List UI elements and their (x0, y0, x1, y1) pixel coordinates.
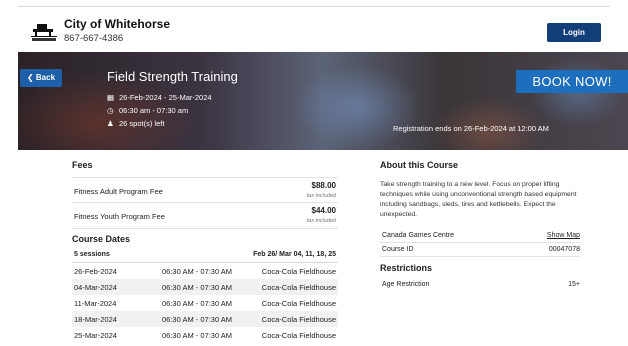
facility-name: Canada Games Centre (382, 232, 454, 239)
org-phone: 867-667-4386 (64, 33, 124, 44)
course-description: Take strength training to a new level. F… (380, 181, 577, 218)
course-dates-table: 26-Feb-2024 06:30 AM - 07:30 AM Coca-Col… (72, 263, 338, 343)
course-time-range: ◷ 06:30 am - 07:30 am (107, 106, 188, 115)
session-time: 06:30 AM - 07:30 AM (162, 315, 233, 324)
session-location: Coca-Cola Fieldhouse (261, 283, 336, 292)
session-date: 11-Mar-2024 (74, 299, 117, 308)
table-row: 25-Mar-2024 06:30 AM - 07:30 AM Coca-Col… (72, 327, 338, 343)
table-row: 11-Mar-2024 06:30 AM - 07:30 AM Coca-Col… (72, 295, 338, 311)
course-id-label: Course ID (382, 246, 414, 253)
session-time: 06:30 AM - 07:30 AM (162, 299, 233, 308)
session-time: 06:30 AM - 07:30 AM (162, 331, 233, 340)
spots-left-text: 26 spot(s) left (119, 119, 165, 128)
age-restriction-row: Age Restriction 15+ (380, 278, 580, 292)
session-date: 26-Feb-2024 (74, 267, 117, 276)
left-column: Fees Fitness Adult Program Fee $88.00 ta… (72, 160, 338, 343)
age-restriction-value: 15+ (568, 281, 580, 288)
course-info: Canada Games Centre Show Map Course ID 0… (380, 229, 580, 257)
city-logo[interactable] (30, 22, 58, 42)
course-dates-title: Course Dates (72, 234, 131, 244)
course-hero-banner: ❮ Back Field Strength Training ▦ 26-Feb-2… (18, 52, 628, 150)
fee-amount: $44.00 (311, 206, 336, 215)
session-date: 04-Mar-2024 (74, 283, 117, 292)
fee-amount: $88.00 (311, 181, 336, 190)
date-range-text: 26-Feb-2024 - 25-Mar-2024 (119, 93, 212, 102)
table-row: 18-Mar-2024 06:30 AM - 07:30 AM Coca-Col… (72, 311, 338, 327)
course-id-row: Course ID 00047078 (380, 243, 580, 257)
session-date: 25-Mar-2024 (74, 331, 117, 340)
org-name: City of Whitehorse (64, 17, 171, 31)
back-label: Back (35, 73, 56, 82)
session-time: 06:30 AM - 07:30 AM (162, 267, 233, 276)
session-date: 18-Mar-2024 (74, 315, 117, 324)
sessions-count: 5 sessions (74, 251, 110, 258)
course-date-range: ▦ 26-Feb-2024 - 25-Mar-2024 (107, 93, 212, 102)
fee-name: Fitness Adult Program Fee (74, 187, 163, 196)
about-title: About this Course (380, 160, 458, 170)
fee-row: Fitness Youth Program Fee $44.00 tax inc… (72, 203, 338, 229)
course-id-value: 00047078 (548, 246, 580, 253)
session-location: Coca-Cola Fieldhouse (261, 331, 336, 340)
session-location: Coca-Cola Fieldhouse (261, 299, 336, 308)
table-row: 26-Feb-2024 06:30 AM - 07:30 AM Coca-Col… (72, 263, 338, 279)
show-map-link[interactable]: Show Map (547, 232, 580, 239)
fees-title: Fees (72, 160, 93, 170)
sessions-summary-row: 5 sessions Feb 26/ Mar 04, 11, 18, 25 (72, 249, 338, 263)
facility-row: Canada Games Centre Show Map (380, 229, 580, 243)
fees-list: Fitness Adult Program Fee $88.00 tax inc… (72, 177, 338, 229)
age-restriction-label: Age Restriction (382, 281, 430, 288)
table-row: 04-Mar-2024 06:30 AM - 07:30 AM Coca-Col… (72, 279, 338, 295)
book-now-button[interactable]: BOOK NOW! (516, 70, 628, 93)
back-button[interactable]: ❮ Back (20, 69, 62, 87)
time-range-text: 06:30 am - 07:30 am (119, 106, 189, 115)
sessions-dates: Feb 26/ Mar 04, 11, 18, 25 (253, 251, 336, 258)
fee-row: Fitness Adult Program Fee $88.00 tax inc… (72, 177, 338, 203)
clock-icon: ◷ (107, 106, 114, 115)
spots-left: ♟ 26 spot(s) left (107, 119, 164, 128)
course-title: Field Strength Training (107, 69, 238, 84)
chevron-left-icon: ❮ (26, 73, 34, 82)
right-column: About this Course Take strength training… (380, 160, 580, 292)
session-location: Coca-Cola Fieldhouse (261, 267, 336, 276)
fee-tax-note: tax included (306, 218, 336, 224)
login-button[interactable]: Login (547, 23, 601, 42)
fee-name: Fitness Youth Program Fee (74, 212, 165, 221)
restrictions-title: Restrictions (380, 263, 433, 273)
session-time: 06:30 AM - 07:30 AM (162, 283, 233, 292)
fee-tax-note: tax included (306, 193, 336, 199)
registration-ends-notice: Registration ends on 26-Feb-2024 at 12:0… (393, 124, 549, 133)
calendar-icon: ▦ (107, 93, 115, 102)
session-location: Coca-Cola Fieldhouse (261, 315, 336, 324)
site-header: City of Whitehorse 867-667-4386 Login (0, 0, 628, 52)
person-icon: ♟ (107, 119, 114, 128)
